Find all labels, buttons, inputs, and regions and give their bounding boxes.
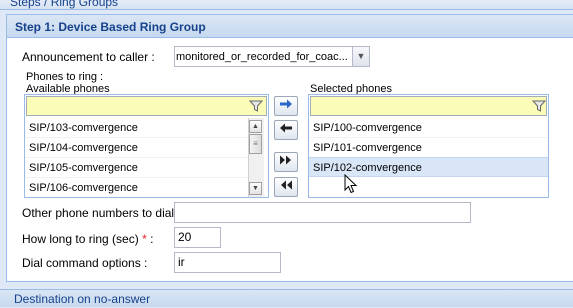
- triangle-up-icon: ▲: [252, 123, 259, 130]
- available-phone-item[interactable]: SIP/104-comvergence: [25, 138, 249, 158]
- announcement-dropdown-trigger[interactable]: ▼: [352, 47, 369, 66]
- triangle-down-icon: ▼: [252, 185, 259, 192]
- dial-options-input[interactable]: ir: [174, 252, 281, 273]
- other-numbers-input[interactable]: [174, 202, 471, 223]
- breadcrumb: Steps / Ring Groups: [0, 0, 573, 10]
- move-all-left-button[interactable]: [274, 177, 298, 197]
- available-phone-item[interactable]: SIP/103-comvergence: [25, 118, 249, 138]
- ring-time-label-text: How long to ring (sec): [22, 232, 139, 246]
- available-filter-input[interactable]: [26, 96, 267, 116]
- grip-icon: ≡: [253, 139, 258, 148]
- scroll-thumb[interactable]: ≡: [249, 134, 262, 154]
- announcement-value[interactable]: monitored_or_recorded_for_coac...: [176, 50, 352, 64]
- announcement-label: Announcement to caller :: [22, 50, 155, 64]
- step1-header[interactable]: Step 1: Device Based Ring Group: [6, 14, 573, 38]
- funnel-icon[interactable]: [248, 99, 264, 113]
- selected-filter-input[interactable]: [310, 96, 547, 116]
- required-marker: *: [142, 232, 147, 246]
- mouse-pointer-icon: [344, 173, 358, 197]
- move-left-button[interactable]: [274, 120, 298, 140]
- dial-options-label: Dial command options :: [22, 256, 148, 270]
- destination-no-answer-header[interactable]: Destination on no-answer: [0, 289, 573, 307]
- phones-to-ring-label: Phones to ring :: [26, 71, 104, 83]
- arrow-right-icon: [280, 99, 292, 109]
- other-numbers-label: Other phone numbers to dial :: [22, 206, 181, 220]
- ring-time-colon: :: [150, 232, 154, 246]
- selected-phone-item[interactable]: SIP/101-comvergence: [309, 138, 548, 158]
- scroll-down-button[interactable]: ▼: [249, 182, 262, 195]
- double-chevron-right-icon: [280, 155, 291, 165]
- ring-time-label: How long to ring (sec) * :: [22, 232, 153, 246]
- arrow-left-icon: [280, 123, 292, 133]
- selected-phone-item[interactable]: SIP/100-comvergence: [309, 118, 548, 138]
- scroll-up-button[interactable]: ▲: [249, 120, 262, 133]
- funnel-icon[interactable]: [531, 99, 547, 113]
- ring-time-input[interactable]: 20: [174, 227, 221, 248]
- available-phone-item[interactable]: SIP/106-comvergence: [25, 178, 249, 198]
- available-phone-item[interactable]: SIP/105-comvergence: [25, 158, 249, 178]
- chevron-down-icon: ▼: [356, 51, 366, 61]
- move-all-right-button[interactable]: [274, 152, 298, 172]
- double-chevron-left-icon: [281, 180, 292, 190]
- move-right-button[interactable]: [274, 96, 298, 116]
